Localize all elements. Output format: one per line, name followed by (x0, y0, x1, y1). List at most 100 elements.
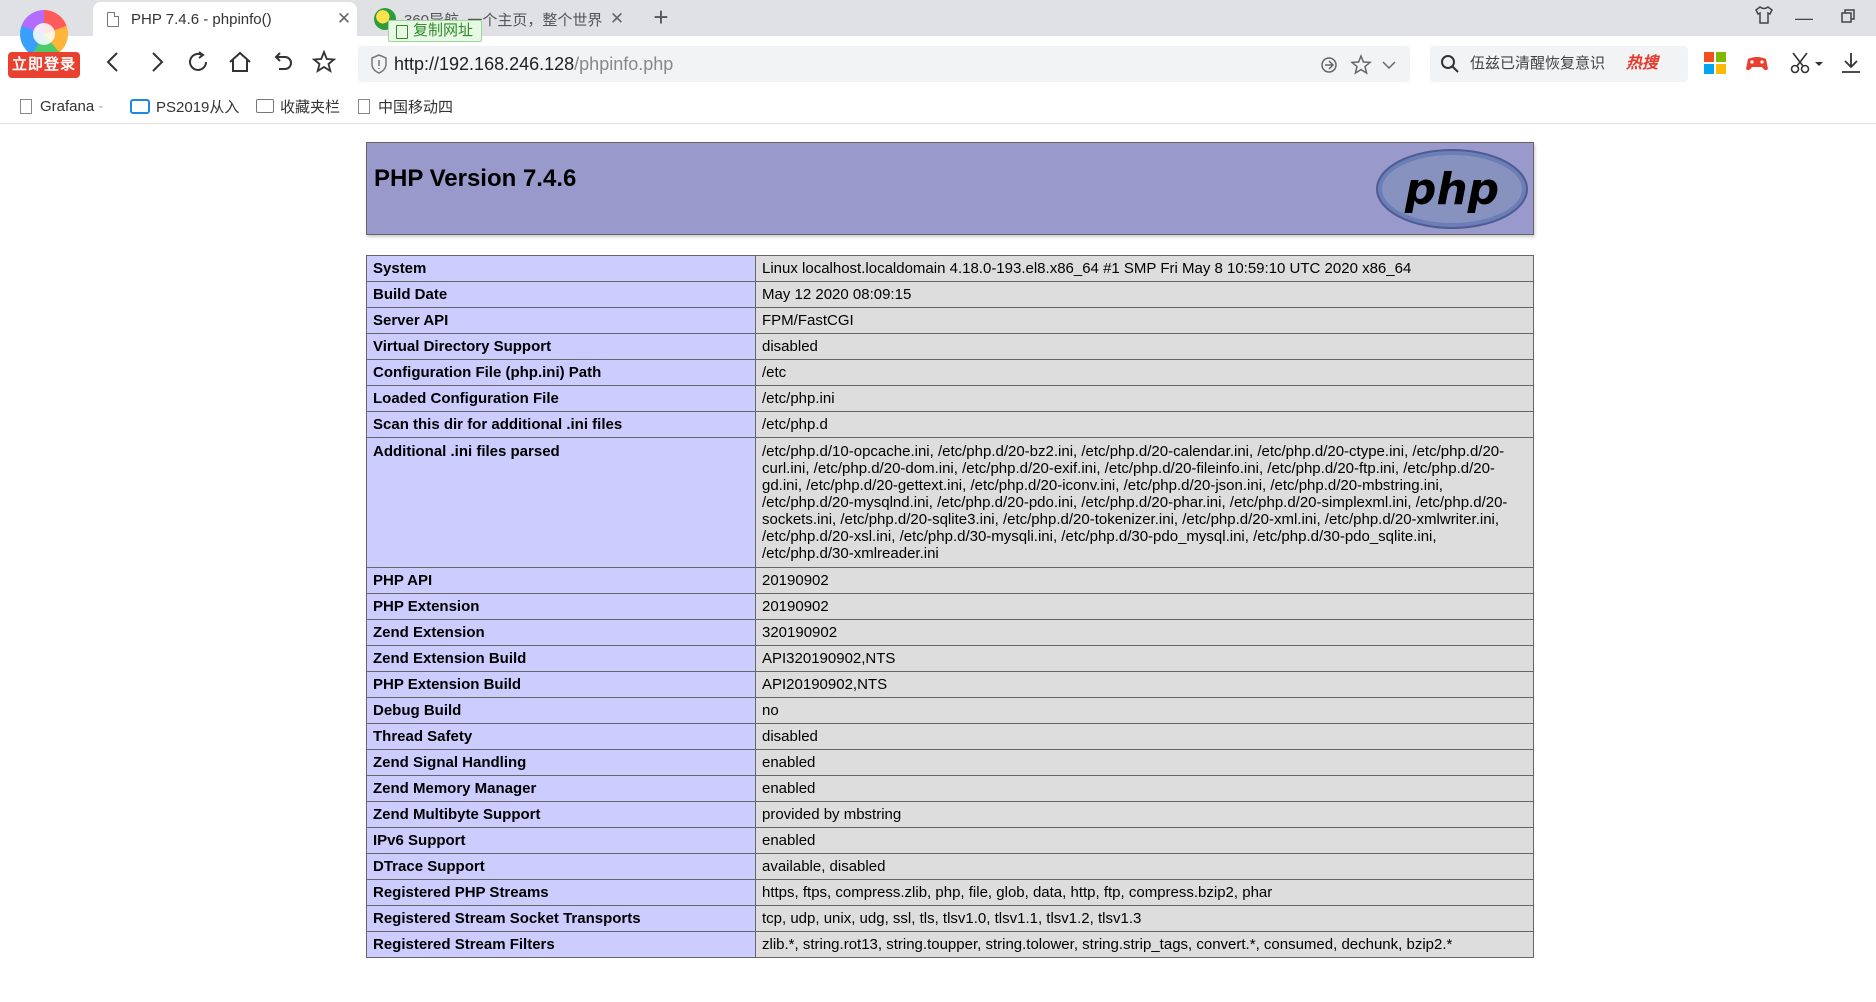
row-label: Zend Extension Build (366, 645, 756, 672)
row-label: Virtual Directory Support (366, 333, 756, 360)
bookmarks-bar: Grafana - PS2019从入 收藏夹栏 中国移动四 (0, 88, 1876, 124)
page-content: PHP Version 7.4.6 php System Linux localh… (0, 124, 1876, 1002)
forward-button[interactable] (138, 44, 174, 80)
table-row: Additional .ini files parsed/etc/php.d/1… (366, 437, 1534, 568)
row-label: PHP Extension (366, 593, 756, 620)
row-label: Zend Signal Handling (366, 749, 756, 776)
search-suggestion[interactable]: 伍兹已清醒恢复意识 (1470, 46, 1605, 82)
compat-mode-icon[interactable] (1318, 54, 1340, 76)
chevron-down-icon[interactable] (1812, 50, 1826, 76)
row-value: enabled (755, 775, 1534, 802)
row-label: Registered PHP Streams (366, 879, 756, 906)
undo-icon (274, 52, 292, 70)
shirt-skin-icon[interactable] (1746, 4, 1782, 32)
reload-icon (189, 51, 207, 71)
table-row: Debug Build no (366, 697, 1534, 724)
row-label: Scan this dir for additional .ini files (366, 411, 756, 438)
url-text[interactable]: http://192.168.246.128/phpinfo.php (394, 46, 673, 82)
undo-close-button[interactable] (264, 44, 300, 80)
phpinfo-table: System Linux localhost.localdomain 4.18.0… (366, 255, 1534, 958)
row-value: enabled (755, 827, 1534, 854)
hot-search-label[interactable]: 热搜 (1626, 46, 1658, 82)
favorite-button[interactable] (306, 44, 342, 80)
address-bar[interactable]: http://192.168.246.128/phpinfo.php (358, 46, 1410, 82)
php-logo-icon[interactable]: php (1375, 148, 1529, 230)
scissors-icon[interactable] (1788, 50, 1814, 76)
bookmark-fade: - (94, 97, 104, 115)
table-row: Registered Stream Filters zlib.*, string.… (366, 931, 1534, 958)
row-label: Registered Stream Socket Transports (366, 905, 756, 932)
row-value: tcp, udp, unix, udg, ssl, tls, tlsv1.0, … (755, 905, 1534, 932)
table-row: Build Date May 12 2020 08:09:15 (366, 281, 1534, 308)
row-label: Additional .ini files parsed (366, 437, 756, 568)
row-label: Configuration File (php.ini) Path (366, 359, 756, 386)
row-label: Zend Memory Manager (366, 775, 756, 802)
page-title: PHP Version 7.4.6 (374, 165, 577, 192)
tab-strip: PHP 7.4.6 - phpinfo() ✕ 360导航_一个主页，整个世界 … (0, 0, 1876, 36)
row-label: Loaded Configuration File (366, 385, 756, 412)
table-row: Configuration File (php.ini) Path/etc (366, 359, 1534, 386)
table-row: DTrace Support available, disabled (366, 853, 1534, 880)
new-tab-button[interactable]: + (648, 4, 674, 32)
row-value: May 12 2020 08:09:15 (755, 281, 1534, 308)
close-tab-icon[interactable]: ✕ (604, 9, 630, 29)
back-button[interactable] (96, 44, 132, 80)
row-value: /etc/php.d (755, 411, 1534, 438)
table-row: Zend Extension 320190902 (366, 619, 1534, 646)
row-value: 320190902 (755, 619, 1534, 646)
tab-title: PHP 7.4.6 - phpinfo() (131, 10, 272, 28)
row-value: API320190902,NTS (755, 645, 1534, 672)
browser-logo[interactable]: 立即登录 (8, 6, 80, 78)
bookmark-item[interactable]: 中国移动四 (358, 88, 453, 124)
row-value: available, disabled (755, 853, 1534, 880)
bookmark-label: PS2019从入 (156, 98, 240, 116)
row-label: PHP Extension Build (366, 671, 756, 698)
row-label: IPv6 Support (366, 827, 756, 854)
shield-icon[interactable] (370, 54, 388, 74)
bookmark-label: 收藏夹栏 (280, 98, 341, 116)
php-logo-text: php (1404, 164, 1499, 215)
row-label: Build Date (366, 281, 756, 308)
row-value: API20190902,NTS (755, 671, 1534, 698)
arrow-left-icon (106, 52, 118, 72)
row-label: PHP API (366, 567, 756, 594)
row-value: disabled (755, 333, 1534, 360)
row-label: Server API (366, 307, 756, 334)
download-icon[interactable] (1838, 50, 1864, 76)
home-button[interactable] (222, 44, 258, 80)
row-label: Zend Extension (366, 619, 756, 646)
url-path: /phpinfo.php (574, 54, 674, 74)
copy-url-button[interactable]: 复制网址 (388, 20, 483, 42)
apps-grid-icon[interactable] (1702, 50, 1728, 76)
arrow-right-icon (152, 52, 164, 72)
bookmark-star-icon[interactable] (1350, 54, 1372, 76)
chevron-down-icon[interactable] (1378, 54, 1400, 76)
table-row: Zend Extension Build API320190902,NTS (366, 645, 1534, 672)
game-controller-icon[interactable] (1744, 50, 1770, 76)
table-row: Zend Multibyte Support provided by mbstri… (366, 801, 1534, 828)
search-box[interactable]: 伍兹已清醒恢复意识 热搜 (1430, 46, 1688, 82)
bookmark-item[interactable]: PS2019从入 (130, 88, 239, 124)
page-icon (107, 11, 119, 27)
table-row: Scan this dir for additional .ini files /… (366, 411, 1534, 438)
php-version-header: PHP Version 7.4.6 php (366, 142, 1534, 235)
row-value: 20190902 (755, 593, 1534, 620)
360-logo-icon (20, 10, 68, 58)
bookmark-label: Grafana (40, 97, 95, 115)
restore-button[interactable] (1830, 4, 1866, 32)
bookmark-label: 中国移动四 (378, 98, 454, 116)
table-row: Registered PHP Streams https, ftps, compr… (366, 879, 1534, 906)
close-tab-icon[interactable]: ✕ (331, 9, 357, 29)
row-value: Linux localhost.localdomain 4.18.0-193.e… (755, 255, 1534, 282)
minimize-button[interactable]: — (1786, 4, 1822, 32)
reload-button[interactable] (180, 44, 216, 80)
star-icon (311, 49, 337, 73)
bookmark-item[interactable]: 收藏夹栏 (256, 88, 340, 124)
tab-phpinfo[interactable]: PHP 7.4.6 - phpinfo() ✕ (93, 2, 357, 36)
row-value: https, ftps, compress.zlib, php, file, g… (755, 879, 1534, 906)
doc-icon (358, 98, 370, 114)
row-value: /etc/php.d/10-opcache.ini, /etc/php.d/20… (755, 437, 1534, 568)
row-label: Thread Safety (366, 723, 756, 750)
bookmark-item[interactable]: Grafana - (20, 88, 103, 124)
login-badge[interactable]: 立即登录 (8, 52, 80, 78)
